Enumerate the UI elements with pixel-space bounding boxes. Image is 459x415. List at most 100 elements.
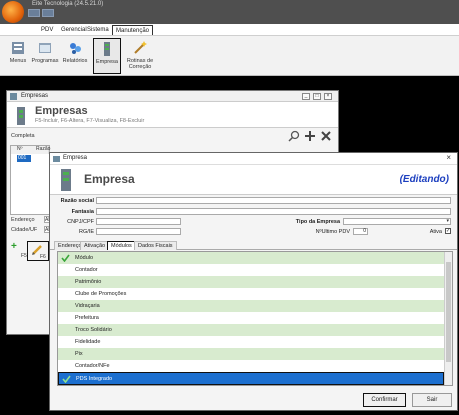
ribbon-menus-button[interactable]: Menus [4, 38, 32, 74]
fantasia-field[interactable] [96, 208, 451, 215]
wand-icon [134, 41, 147, 54]
tab-ativacao[interactable]: Ativação [80, 241, 110, 250]
empresa-icon [17, 107, 25, 125]
module-label: Contador [75, 267, 98, 273]
menu-manutencao[interactable]: Manutenção [112, 25, 154, 35]
list-item[interactable]: Contador/NFe [58, 360, 444, 372]
razao-label: Razão social [60, 198, 94, 204]
rgie-field[interactable] [96, 228, 181, 235]
ribbon-rotinas-button[interactable]: Rotinas de Correção [123, 38, 157, 74]
grid-selected-row[interactable]: 001 [17, 155, 31, 162]
ribbon-relatorios-label: Relatórios [62, 58, 88, 64]
list-item[interactable]: Pix [58, 348, 444, 360]
list-item[interactable]: Módulo [58, 252, 444, 264]
ribbon-menus-label: Menus [9, 58, 27, 64]
empresas-shortcuts: F5-Incluir, F6-Altera, F7-Visualiza, F8-… [35, 118, 145, 124]
empresas-titlebar: Empresas _ □ × [7, 91, 338, 102]
endereco-label: Endereço [11, 217, 35, 223]
razao-field[interactable] [96, 197, 451, 204]
app-title: Eite Tecnologia (24.5.21.0) [32, 1, 104, 7]
tipo-dropdown[interactable]: ▾ [343, 218, 451, 225]
filter-label: Completa [11, 133, 35, 139]
list-item[interactable]: Troco Solidário [58, 324, 444, 336]
module-label: Clube de Promoções [75, 291, 127, 297]
ultimo-pdv-field[interactable]: 0 [353, 228, 368, 235]
relatorios-icon [70, 43, 81, 54]
ultimo-pdv-label: NºUltimo PDV [315, 229, 350, 235]
tab-dados-fiscais[interactable]: Dados Fiscais [134, 241, 177, 250]
module-label: Prefeitura [75, 315, 99, 321]
list-scrollbar[interactable] [444, 252, 452, 385]
list-item[interactable]: Prefeitura [58, 312, 444, 324]
menu-pdv[interactable]: PDV [38, 25, 56, 35]
list-item[interactable]: Contador [58, 264, 444, 276]
cnpj-label: CNPJ/CPF [67, 219, 94, 225]
ribbon-programas-button[interactable]: Programas [31, 38, 59, 74]
ativa-checkbox[interactable]: ✓ [445, 228, 451, 234]
tab-modulos[interactable]: Módulos [107, 241, 136, 250]
dialog-heading: Empresa [84, 172, 135, 186]
module-label: Troco Solidário [75, 327, 112, 333]
ribbon: Menus Programas Relatórios Empresa Rotin… [0, 36, 459, 76]
app-logo-icon[interactable] [2, 1, 24, 23]
empresa-icon [104, 42, 110, 56]
add-icon[interactable] [304, 130, 316, 142]
empresas-grid[interactable]: Nº Razão 001 [10, 145, 50, 215]
f5-key-label: F5 [21, 253, 27, 259]
window-icon [53, 156, 60, 162]
ribbon-empresa-button[interactable]: Empresa [93, 38, 121, 74]
exit-button[interactable]: Sair [412, 393, 452, 407]
window-icon [10, 93, 17, 100]
app-titlebar: Eite Tecnologia (24.5.21.0) [0, 0, 459, 24]
list-item-selected[interactable]: PDS Integrado [58, 372, 444, 385]
menus-icon [12, 42, 24, 54]
grid-header: Nº Razão [11, 146, 50, 154]
module-label: PDS Integrado [76, 376, 113, 382]
empresas-header: Empresas F5-Incluir, F6-Altera, F7-Visua… [7, 102, 338, 128]
check-icon [62, 375, 71, 383]
delete-icon[interactable] [320, 130, 332, 142]
cnpj-field[interactable] [96, 218, 181, 225]
module-label: Vidraçaria [75, 303, 100, 309]
maximize-button[interactable]: □ [313, 93, 321, 100]
f6-key-label: F6 [40, 254, 46, 260]
ribbon-relatorios-button[interactable]: Relatórios [61, 38, 89, 74]
menu-sistema[interactable]: Sistema [84, 25, 112, 35]
fantasia-label: Fantasia [71, 209, 94, 215]
quick-access-dropdown[interactable] [42, 9, 54, 17]
empresas-toolbar: Completa [7, 128, 338, 144]
rgie-label: RG/IE [79, 229, 94, 235]
dialog-header: Empresa (Editando) [50, 165, 457, 195]
ativa-label: Ativa [429, 229, 442, 235]
list-item[interactable]: Clube de Promoções [58, 288, 444, 300]
module-label: Módulo [75, 255, 94, 261]
list-item[interactable]: Vidraçaria [58, 300, 444, 312]
scrollbar-thumb[interactable] [446, 262, 451, 362]
dialog-tabs: Endereço Ativação Módulos Dados Fiscais [50, 241, 457, 250]
quick-access-button[interactable] [28, 9, 40, 17]
minimize-button[interactable]: _ [302, 93, 310, 100]
tipo-label: Tipo da Empresa [295, 219, 340, 225]
edit-status: (Editando) [399, 174, 449, 185]
chevron-down-icon: ▾ [446, 218, 449, 224]
edit-record-button[interactable]: F6 [27, 241, 49, 261]
list-item[interactable]: Patrimônio [58, 276, 444, 288]
dialog-title: Empresa [63, 155, 88, 161]
ribbon-programas-label: Programas [31, 58, 59, 64]
dialog-titlebar: Empresa × [50, 153, 457, 165]
search-icon[interactable] [288, 130, 300, 142]
empresas-window-title: Empresas [21, 93, 49, 99]
programas-icon [39, 43, 51, 53]
empresas-heading: Empresas [35, 105, 88, 117]
confirm-button[interactable]: Confirmar [363, 393, 406, 407]
list-item[interactable]: Fidelidade [58, 336, 444, 348]
module-label: Contador/NFe [75, 363, 110, 369]
close-button[interactable]: × [324, 93, 332, 100]
desktop: Eite Tecnologia (24.5.21.0) PDV Gerencia… [0, 0, 459, 415]
close-icon[interactable]: × [446, 153, 451, 162]
modulos-list: Módulo Contador Patrimônio Clube de Prom… [57, 251, 453, 386]
add-record-icon[interactable]: + [11, 241, 17, 252]
ribbon-rotinas-label: Rotinas de Correção [126, 58, 154, 70]
empresa-icon [61, 169, 71, 191]
ribbon-empresa-label: Empresa [95, 59, 118, 65]
